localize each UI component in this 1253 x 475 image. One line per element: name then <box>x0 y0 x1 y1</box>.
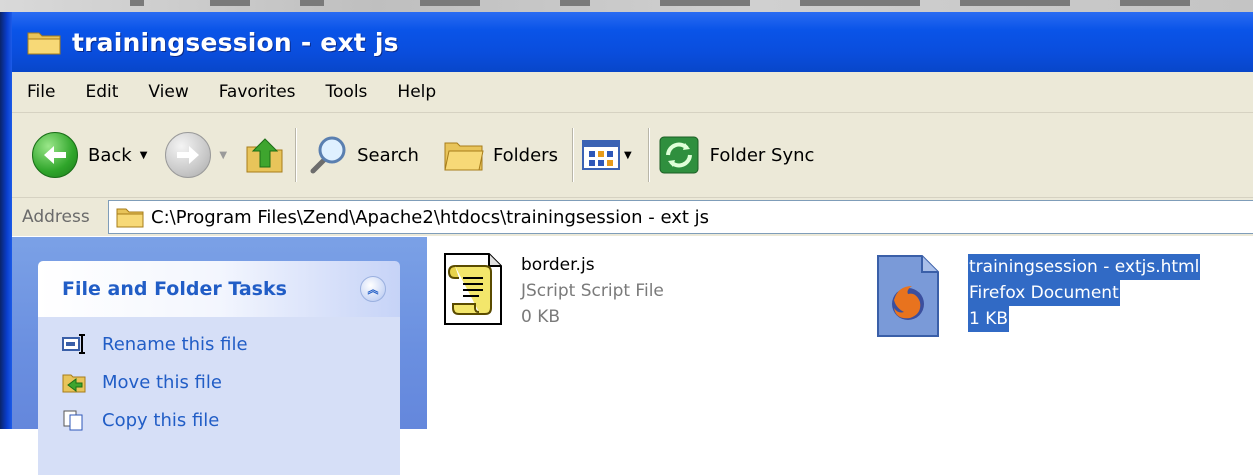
address-bar: Address C:\Program Files\Zend\Apache2\ht… <box>12 198 1253 236</box>
up-folder-icon <box>246 138 283 173</box>
copy-file-icon <box>62 409 86 431</box>
folder-sync-button[interactable]: Folder Sync <box>658 125 815 185</box>
menu-edit[interactable]: Edit <box>70 72 133 112</box>
copy-file-label: Copy this file <box>102 409 220 431</box>
back-arrow-icon <box>32 132 78 178</box>
collapse-chevron-icon[interactable]: ︽ <box>360 276 386 302</box>
up-folder-button[interactable] <box>243 125 287 185</box>
window-title: trainingsession - ext js <box>72 27 399 57</box>
file-meta: border.js JScript Script File 0 KB <box>521 252 664 330</box>
file-item-selected[interactable]: trainingsession - extjs.html Firefox Doc… <box>876 254 1201 337</box>
menu-help[interactable]: Help <box>382 72 451 112</box>
task-panel-title: File and Folder Tasks <box>62 278 287 300</box>
file-meta: trainingsession - extjs.html Firefox Doc… <box>968 254 1201 332</box>
menu-file[interactable]: File <box>12 72 70 112</box>
folders-icon <box>444 142 484 171</box>
window-left-border <box>0 0 12 429</box>
address-path: C:\Program Files\Zend\Apache2\htdocs\tra… <box>151 206 710 228</box>
forward-button[interactable]: ▼ <box>165 125 227 185</box>
file-item[interactable]: border.js JScript Script File 0 KB <box>441 252 664 330</box>
views-button[interactable]: ▼ <box>581 125 632 185</box>
address-input[interactable]: C:\Program Files\Zend\Apache2\htdocs\tra… <box>108 200 1253 234</box>
search-icon <box>310 136 346 174</box>
views-dropdown-icon[interactable]: ▼ <box>624 150 632 161</box>
toolbar-separator <box>647 128 650 182</box>
move-file-link[interactable]: Move this file <box>62 363 400 401</box>
copy-file-link[interactable]: Copy this file <box>62 401 400 439</box>
move-file-icon <box>62 371 86 393</box>
back-dropdown-icon[interactable]: ▼ <box>140 150 148 161</box>
folder-icon <box>116 208 144 228</box>
file-size: 0 KB <box>521 307 561 327</box>
firefox-document-icon <box>876 254 940 337</box>
toolbar: Back ▼ ▼ Search Folders ▼ Folder Sync <box>12 113 1253 198</box>
search-button[interactable]: Search <box>305 125 419 185</box>
forward-dropdown-icon[interactable]: ▼ <box>219 150 227 161</box>
rename-file-label: Rename this file <box>102 333 248 355</box>
menu-bar: File Edit View Favorites Tools Help <box>12 72 1253 113</box>
menu-view[interactable]: View <box>133 72 203 112</box>
file-name: trainingsession - extjs.html <box>968 254 1201 280</box>
rename-file-link[interactable]: Rename this file <box>62 325 400 363</box>
forward-arrow-icon <box>165 132 212 178</box>
folders-button[interactable]: Folders <box>443 125 558 185</box>
rename-icon <box>62 333 86 355</box>
folder-sync-label: Folder Sync <box>709 144 815 166</box>
task-pane: File and Folder Tasks ︽ Rename this file <box>12 237 427 475</box>
toolbar-separator <box>295 128 298 182</box>
views-grid-icon <box>581 140 620 170</box>
menu-tools[interactable]: Tools <box>311 72 383 112</box>
file-name: border.js <box>521 255 595 275</box>
file-type: Firefox Document <box>968 280 1120 306</box>
title-bar[interactable]: trainingsession - ext js <box>12 12 1253 72</box>
folder-icon <box>26 28 62 56</box>
move-file-label: Move this file <box>102 371 222 393</box>
folders-label: Folders <box>492 144 558 166</box>
background-window-strip <box>0 0 1253 12</box>
toolbar-separator <box>571 128 574 182</box>
back-button[interactable]: Back ▼ <box>32 125 147 185</box>
address-label: Address <box>22 207 90 227</box>
file-folder-tasks-panel: File and Folder Tasks ︽ Rename this file <box>38 261 400 475</box>
search-label: Search <box>357 144 419 166</box>
file-size: 1 KB <box>968 306 1010 332</box>
menu-favorites[interactable]: Favorites <box>204 72 311 112</box>
task-panel-header[interactable]: File and Folder Tasks ︽ <box>38 261 400 317</box>
folder-sync-icon <box>659 136 699 174</box>
task-panel-body: Rename this file Move this file Copy thi… <box>38 317 400 475</box>
file-type: JScript Script File <box>521 281 664 301</box>
jscript-scroll-icon <box>441 252 505 326</box>
back-label: Back <box>88 144 132 166</box>
